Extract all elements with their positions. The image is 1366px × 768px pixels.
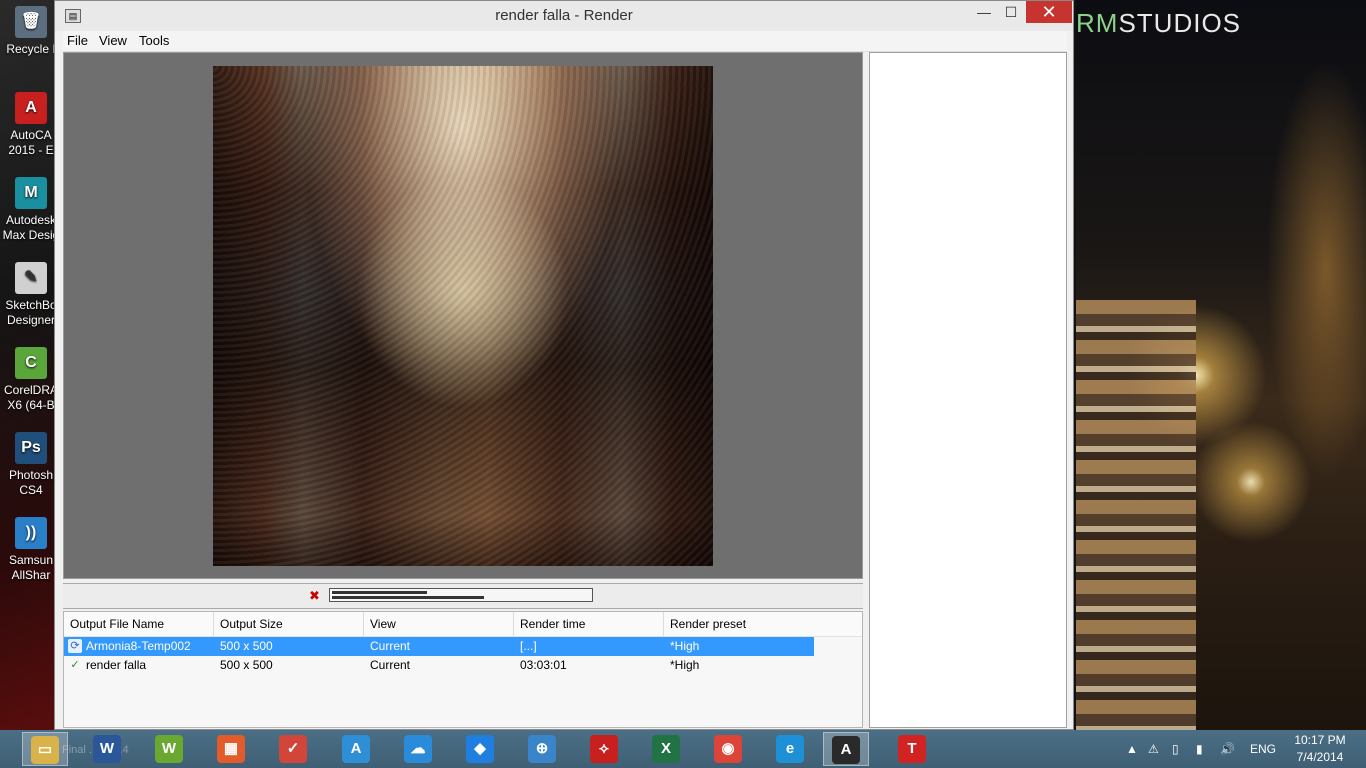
wallpaper-tree [1266,60,1366,480]
taskbar-app-button[interactable]: ⟡ [581,732,627,766]
excel-icon: X [652,735,680,763]
render-image [213,66,713,566]
wallpaper-building [1076,300,1196,730]
taskbar-app-button[interactable]: T [889,732,935,766]
queue-row[interactable]: ✓ render falla 500 x 500 Current 03:03:0… [64,656,814,675]
todoist-icon: ✓ [279,735,307,763]
cancel-render-icon[interactable]: ✖ [309,589,325,603]
close-button[interactable]: ✕ [1026,1,1072,23]
desktop-icon-photoshop[interactable]: Ps Photosh CS4 [0,432,62,498]
tile-progress-fill [332,591,427,594]
desktop-icon-samsung-allshare[interactable]: )) Samsun AllShar [0,517,62,583]
queue-row[interactable]: ⟳ Armonia8-Temp002 500 x 500 Current [..… [64,637,814,656]
3ds-max-icon: M [15,177,47,209]
column-render-time[interactable]: Render time [514,612,664,636]
minimize-button[interactable]: — [969,1,999,23]
desktop-icon-recycle-bin[interactable]: 🗑 Recycle I [0,6,62,57]
file-explorer-icon: ▭ [31,736,59,764]
taskbar-app-button[interactable]: ▦ [208,732,254,766]
queue-header: Output File Name Output Size View Render… [64,612,862,637]
menu-file[interactable]: File [67,31,88,51]
taskbar-app-button[interactable]: A [823,732,869,766]
samsung-allshare-icon: )) [15,517,47,549]
network-icon[interactable]: ▮ [1196,730,1203,768]
desktop-icon-3ds-max[interactable]: M Autodesk Max Desig [0,177,62,243]
row-output-size: 500 x 500 [220,639,273,653]
clock-date: 7/4/2014 [1296,750,1344,764]
show-hidden-icons-icon[interactable]: ▲ [1126,730,1138,768]
taskbar-app-button[interactable]: W [84,732,130,766]
teamviewer-icon: T [898,735,926,763]
battery-icon[interactable]: ▯ [1172,730,1179,768]
cloud-sync-icon: ☁ [404,735,432,763]
row-view: Current [370,639,411,653]
row-output-file-name: Armonia8-Temp002 [86,639,191,653]
coreldraw-icon: C [15,347,47,379]
tiles-app-icon: ▦ [217,735,245,763]
volume-icon[interactable]: 🔊 [1220,730,1235,768]
3ds-max-taskbar-icon: A [832,736,860,764]
weebly-icon: W [155,735,183,763]
window-title: render falla - Render [495,7,633,24]
desktop-icon-coreldraw[interactable]: C CorelDRA X6 (64-B [0,347,62,413]
word-icon: W [93,735,121,763]
language-indicator[interactable]: ENG [1250,730,1276,768]
column-output-file-name[interactable]: Output File Name [64,612,214,636]
row-view: Current [370,658,411,672]
chrome-icon: ◉ [714,735,742,763]
taskbar-app-button[interactable]: ✓ [270,732,316,766]
render-progress-bar [329,588,593,602]
autocad-icon: A [15,92,47,124]
safari-icon: ⊕ [528,735,556,763]
taskbar: Final ... : 37.4 ▭WW▦✓A☁◆⊕⟡X◉eAT ▲ ⚠ ▯ ▮… [0,730,1366,768]
column-render-preset[interactable]: Render preset [664,612,814,636]
taskbar-app-button[interactable]: ◉ [705,732,751,766]
taskbar-app-button[interactable]: e [767,732,813,766]
menu-view[interactable]: View [99,31,127,51]
recycle-bin-icon: 🗑 [15,6,47,38]
column-output-size[interactable]: Output Size [214,612,364,636]
desktop-icon-sketchbook[interactable]: ✎ SketchBo Designer [0,262,62,328]
wallpaper-brand: RMSTUDIOS [1076,8,1242,38]
taskbar-app-button[interactable]: X [643,732,689,766]
internet-explorer-icon: e [776,735,804,763]
taskbar-app-button[interactable]: ▭ [22,732,68,766]
row-render-preset: *High [670,639,700,653]
desktop-icon-autocad[interactable]: A AutoCA 2015 - E [0,92,62,158]
taskbar-app-button[interactable]: ◆ [457,732,503,766]
row-render-preset: *High [670,658,700,672]
autodesk-a-icon: A [342,735,370,763]
maximize-button[interactable]: ☐ [996,1,1026,23]
row-output-file-name: render falla [86,658,147,672]
row-render-time: [...] [520,639,537,653]
dropbox-icon: ◆ [466,735,494,763]
column-view[interactable]: View [364,612,514,636]
sketchbook-icon: ✎ [15,262,47,294]
taskbar-app-button[interactable]: ⊕ [519,732,565,766]
desktop-wallpaper [1076,0,1366,730]
clock-time: 10:17 PM [1294,733,1346,747]
security-icon[interactable]: ⚠ [1148,730,1159,768]
render-stats-panel [869,52,1067,728]
row-output-size: 500 x 500 [220,658,273,672]
render-viewport[interactable] [63,52,863,579]
title-bar[interactable]: ▤ render falla - Render — ☐ ✕ [55,1,1073,31]
menu-tools[interactable]: Tools [139,31,169,51]
row-render-time: 03:03:01 [520,658,567,672]
menu-bar: File View Tools [63,31,1067,52]
total-progress-fill [332,596,484,599]
acrobat-icon: ⟡ [590,735,618,763]
render-progress-strip: ✖ [63,583,863,609]
photoshop-icon: Ps [15,432,47,464]
render-window: ▤ render falla - Render — ☐ ✕ File View … [54,0,1074,730]
clock[interactable]: 10:17 PM 7/4/2014 [1280,732,1360,766]
render-queue: Output File Name Output Size View Render… [63,611,863,728]
taskbar-app-button[interactable]: A [333,732,379,766]
taskbar-app-button[interactable]: W [146,732,192,766]
taskbar-app-button[interactable]: ☁ [395,732,441,766]
